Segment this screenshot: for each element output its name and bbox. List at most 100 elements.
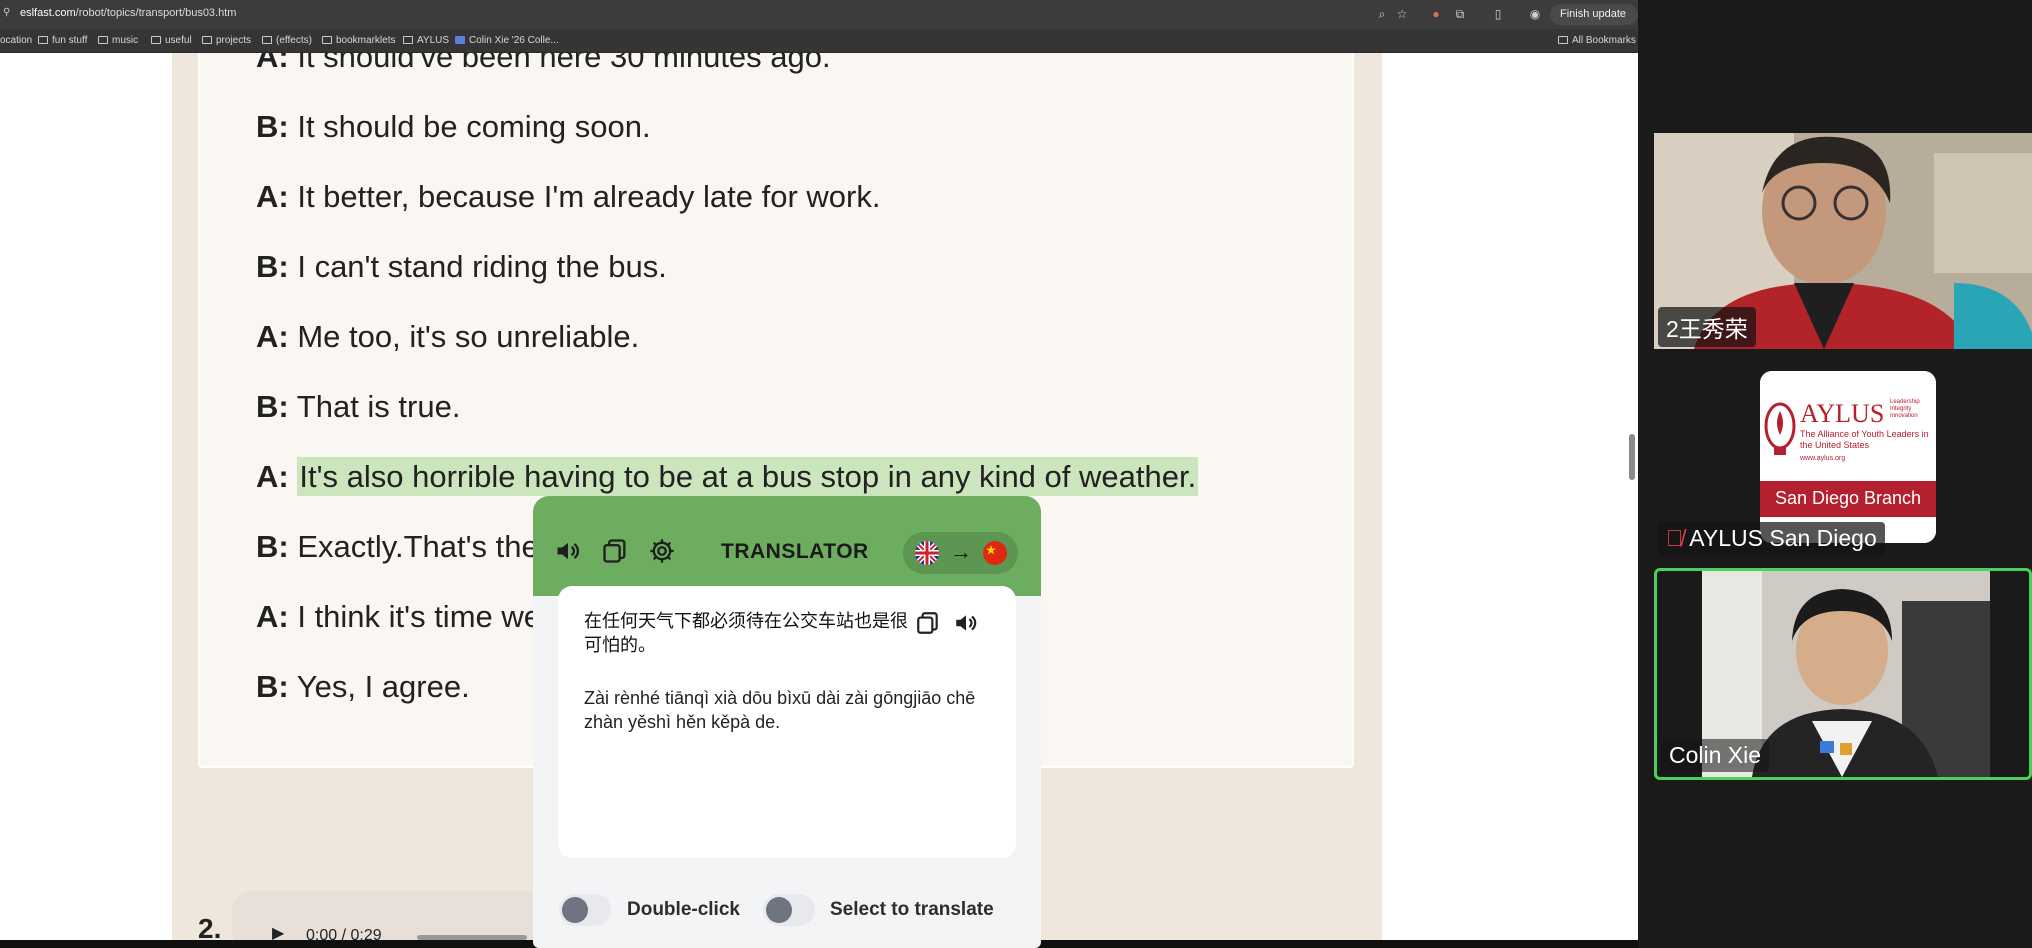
double-click-label: Double-click bbox=[627, 899, 740, 920]
bookmark-item[interactable]: ocation bbox=[0, 35, 32, 46]
video-panel: 2王秀荣 AYLUS Leadership Integrity Innovati… bbox=[1638, 0, 2032, 948]
line-text: That is true. bbox=[296, 389, 461, 424]
puzzle-icon[interactable]: ⧉ bbox=[1452, 6, 1468, 22]
folder-icon bbox=[1558, 36, 1568, 44]
toggle-knob bbox=[766, 897, 792, 923]
translation-text[interactable]: 在任何天气下都必须待在公交车站也是很可怕的。 bbox=[584, 610, 909, 658]
folder-icon bbox=[403, 36, 413, 44]
sidebar-icon[interactable]: ▯ bbox=[1490, 6, 1506, 22]
speaker-label: B: bbox=[256, 389, 289, 424]
url-text[interactable]: eslfast.com/robot/topics/transport/bus03… bbox=[20, 7, 236, 19]
finish-update-label: Finish update bbox=[1560, 8, 1627, 20]
star-icon[interactable]: ☆ bbox=[1394, 6, 1410, 22]
speaker-label: A: bbox=[256, 599, 289, 634]
folder-icon bbox=[98, 36, 108, 44]
speaker-label: A: bbox=[256, 179, 289, 214]
section-number: 2. bbox=[198, 913, 222, 940]
speaker-label: B: bbox=[256, 249, 289, 284]
dialog-line: B: It should be coming soon. bbox=[256, 109, 651, 145]
all-bookmarks-label: All Bookmarks bbox=[1572, 35, 1636, 46]
folder-icon bbox=[202, 36, 212, 44]
play-icon[interactable]: ▶ bbox=[272, 923, 284, 940]
browser-window: ⚲ eslfast.com/robot/topics/transport/bus… bbox=[0, 0, 1638, 948]
speaker-label: A: bbox=[256, 459, 289, 494]
participant-name: 2王秀荣 bbox=[1658, 307, 1756, 347]
muted-mic-icon: 🎙̸ bbox=[1666, 525, 1684, 551]
bookmarks-bar: ocation fun stuff music useful projects … bbox=[0, 29, 1638, 53]
arrow-icon: → bbox=[950, 539, 972, 564]
bookmark-folder[interactable]: projects bbox=[202, 35, 251, 46]
participant-name: AYLUS San Diego bbox=[1689, 525, 1877, 551]
line-text: Yes, I agree. bbox=[296, 669, 470, 704]
speaker-icon[interactable] bbox=[952, 610, 980, 638]
line-text: I can't stand riding the bus. bbox=[297, 249, 667, 284]
bookmark-label: Colin Xie '26 Colle... bbox=[469, 35, 559, 46]
extension-icon[interactable]: ● bbox=[1428, 6, 1444, 22]
logo-side-text: Leadership Integrity Innovation bbox=[1890, 399, 1920, 419]
participant-tile[interactable]: AYLUS Leadership Integrity Innovation Th… bbox=[1654, 355, 2032, 565]
bookmark-item[interactable]: Colin Xie '26 Colle... bbox=[455, 35, 559, 46]
bookmark-label: music bbox=[112, 35, 139, 46]
speaker-icon[interactable] bbox=[553, 537, 583, 567]
participant-tile[interactable]: 2王秀荣 bbox=[1654, 133, 2032, 349]
gear-icon[interactable] bbox=[647, 537, 677, 567]
line-text: I think it's time we bbox=[297, 599, 541, 634]
address-bar[interactable]: ⚲ eslfast.com/robot/topics/transport/bus… bbox=[0, 0, 1638, 41]
speaker-label: B: bbox=[256, 669, 289, 704]
bookmark-label: (effects) bbox=[276, 35, 312, 46]
participant-tile-active[interactable]: Colin Xie bbox=[1654, 568, 2032, 780]
bookmark-folder[interactable]: (effects) bbox=[262, 35, 312, 46]
scrollbar-thumb[interactable] bbox=[1629, 434, 1635, 480]
site-info-icon[interactable]: ⚲ bbox=[3, 8, 13, 18]
bookmark-folder[interactable]: fun stuff bbox=[38, 35, 87, 46]
participant-name-tag: 🎙̸ AYLUS San Diego bbox=[1658, 522, 1885, 555]
bookmark-label: fun stuff bbox=[52, 35, 88, 46]
aylus-logo: AYLUS Leadership Integrity Innovation Th… bbox=[1760, 371, 1936, 543]
pinyin-text[interactable]: Zài rènhé tiānqì xià dōu bìxū dài zài gō… bbox=[584, 686, 994, 734]
profile-avatar-icon[interactable]: ◉ bbox=[1527, 6, 1543, 22]
dialog-line: A: Me too, it's so unreliable. bbox=[256, 319, 639, 355]
select-translate-toggle[interactable] bbox=[763, 894, 815, 926]
speaker-label: A: bbox=[256, 319, 289, 354]
url-path: /robot/topics/transport/bus03.htm bbox=[75, 7, 237, 19]
participant-name: Colin Xie bbox=[1661, 739, 1770, 772]
folder-icon bbox=[151, 36, 161, 44]
speaker-label: B: bbox=[256, 109, 289, 144]
zoom-icon[interactable]: ⌕ bbox=[1374, 6, 1390, 22]
finish-update-button[interactable]: Finish update ⋮ bbox=[1550, 4, 1638, 41]
bookmark-folder[interactable]: music bbox=[98, 35, 138, 46]
select-translate-label: Select to translate bbox=[830, 899, 994, 920]
folder-icon bbox=[38, 36, 48, 44]
dialog-line: A: I think it's time we bbox=[256, 599, 541, 635]
translator-popup: TRANSLATOR → 在任何天气下都必须待在公交车站也是很可怕的。 Zài … bbox=[533, 496, 1041, 948]
folder-icon bbox=[322, 36, 332, 44]
copy-icon[interactable] bbox=[600, 537, 630, 567]
double-click-toggle[interactable] bbox=[559, 894, 611, 926]
dialog-line-selected: A: It's also horrible having to be at a … bbox=[256, 457, 1199, 496]
translator-title: TRANSLATOR bbox=[721, 540, 869, 563]
dialog-line: B: Yes, I agree. bbox=[256, 669, 470, 705]
language-selector[interactable]: → bbox=[903, 532, 1018, 574]
bookmark-label: useful bbox=[165, 35, 192, 46]
line-text: It better, because I'm already late for … bbox=[297, 179, 881, 214]
dialog-line: A: It should've been here 30 minutes ago… bbox=[256, 53, 831, 75]
bookmark-label: bookmarklets bbox=[336, 35, 396, 46]
logo-url: www.aylus.org bbox=[1800, 455, 1846, 462]
all-bookmarks[interactable]: All Bookmarks bbox=[1558, 35, 1636, 46]
bookmark-folder[interactable]: useful bbox=[151, 35, 192, 46]
translation-card: 在任何天气下都必须待在公交车站也是很可怕的。 Zài rènhé tiānqì … bbox=[558, 586, 1016, 858]
dialog-line: B: I can't stand riding the bus. bbox=[256, 249, 667, 285]
bookmark-label: projects bbox=[216, 35, 252, 46]
bookmark-folder[interactable]: AYLUS bbox=[403, 35, 449, 46]
copy-icon[interactable] bbox=[914, 610, 942, 638]
dialog-line: B: Exactly.That's the bbox=[256, 529, 539, 565]
dialog-line: B: That is true. bbox=[256, 389, 460, 425]
bookmark-folder[interactable]: bookmarklets bbox=[322, 35, 395, 46]
folder-icon bbox=[262, 36, 272, 44]
dialog-line: A: It better, because I'm already late f… bbox=[256, 179, 881, 215]
url-host: eslfast.com bbox=[20, 7, 76, 19]
speaker-label: A: bbox=[256, 53, 289, 74]
logo-wordmark: AYLUS bbox=[1800, 399, 1885, 428]
selected-text-highlight[interactable]: It's also horrible having to be at a bus… bbox=[297, 457, 1199, 496]
doc-icon bbox=[455, 36, 465, 44]
